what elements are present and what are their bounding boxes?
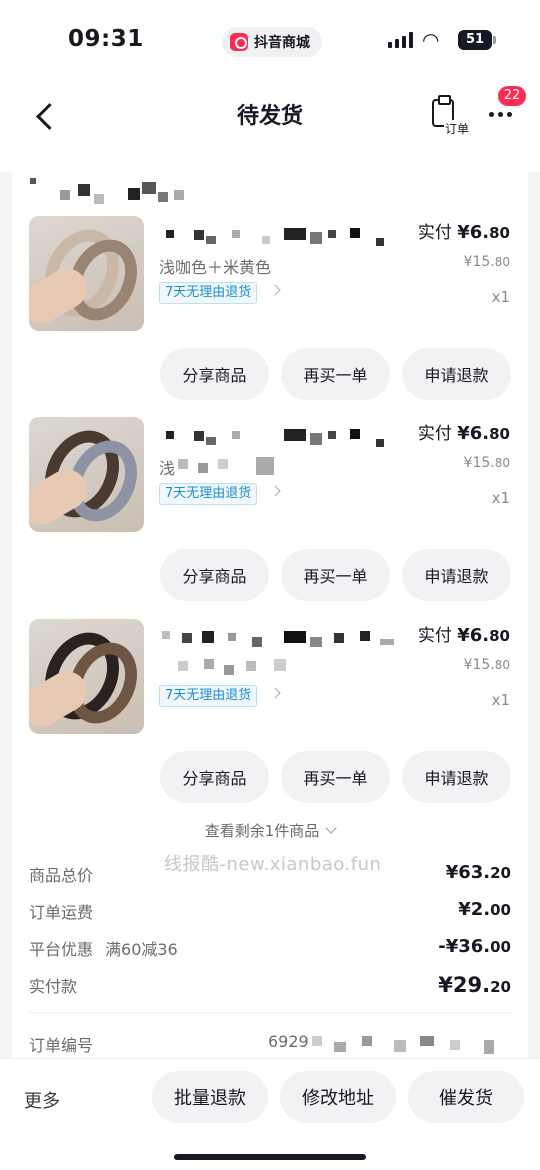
product-title-redacted: [158, 627, 398, 653]
product-title-redacted: [162, 427, 392, 449]
variant-redacted: [178, 455, 288, 477]
order-number-redacted: [310, 1032, 500, 1056]
product-variant: 浅咖色＋米黄色: [159, 258, 272, 277]
paid-label: 实付: [417, 223, 452, 243]
product-title-redacted: [162, 226, 392, 248]
paid-price: 实付 ¥6.80: [417, 423, 510, 444]
quantity: x1: [491, 691, 510, 709]
summary-label: 订单运费: [29, 903, 94, 922]
bottom-action-bar: 更多 批量退款 修改地址 催发货: [0, 1058, 540, 1170]
product-thumbnail[interactable]: [29, 619, 144, 734]
change-address-button[interactable]: 修改地址: [280, 1071, 396, 1123]
original-price: ¥15.80: [463, 455, 510, 471]
original-price: ¥15.80: [463, 254, 510, 270]
page-header: 待发货 订单 22: [0, 80, 540, 172]
chevron-right-icon: [269, 284, 281, 296]
shipping-fee-row: 订单运费 ¥2.00: [29, 899, 511, 923]
status-bar: 09:31 抖音商城 ◠ 51: [0, 0, 540, 80]
home-indicator[interactable]: [174, 1154, 366, 1160]
chevron-right-icon: [269, 485, 281, 497]
paid-label: 实付: [417, 626, 452, 646]
more-dots-icon: [488, 111, 494, 117]
goods-total-row: 商品总价 ¥63.20: [29, 862, 511, 886]
order-button[interactable]: 订单: [428, 95, 474, 140]
cellular-signal-icon: [388, 32, 413, 48]
paid-amount: ¥6.: [457, 222, 490, 243]
wifi-icon: ◠: [422, 28, 440, 52]
product-thumbnail[interactable]: [29, 417, 144, 532]
paid-price: 实付 ¥6.80: [417, 625, 510, 646]
discount-rule: 满60减36: [105, 940, 178, 959]
paid-total-row: 实付款 ¥29.20: [29, 973, 511, 997]
quantity: x1: [491, 489, 510, 507]
summary-label: 商品总价: [29, 866, 94, 885]
order-item[interactable]: 7天无理由退货 实付 ¥6.80 ¥15.80 x1 分享商品 再买一单 申请退…: [12, 575, 528, 803]
product-variant: 浅: [159, 459, 176, 478]
order-item[interactable]: 浅咖色＋米黄色 7天无理由退货 实付 ¥6.80 ¥15.80 x1 分享商品 …: [12, 172, 528, 400]
source-app-pill[interactable]: 抖音商城: [222, 27, 322, 57]
variant-redacted: [174, 657, 304, 679]
buy-again-button[interactable]: 再买一单: [281, 751, 390, 803]
divider: [29, 1012, 511, 1013]
summary-label: 平台优惠: [29, 940, 94, 959]
chevron-down-icon: [325, 822, 337, 834]
request-refund-button[interactable]: 申请退款: [402, 751, 511, 803]
summary-value: ¥2.00: [458, 899, 511, 920]
original-price: ¥15.80: [463, 657, 510, 673]
order-button-label: 订单: [444, 120, 471, 137]
order-number-value: 6929: [268, 1032, 309, 1051]
summary-value: ¥29.20: [438, 973, 511, 997]
clock: 09:31: [68, 26, 144, 52]
return-policy-tag[interactable]: 7天无理由退货: [159, 282, 258, 304]
more-actions-link[interactable]: 更多: [24, 1087, 60, 1113]
douyin-mall-logo-icon: [230, 33, 248, 51]
product-thumbnail[interactable]: [29, 216, 144, 331]
urge-shipping-button[interactable]: 催发货: [408, 1071, 524, 1123]
summary-value: ¥63.20: [445, 862, 511, 883]
paid-amount: ¥6.: [457, 423, 490, 444]
paid-label: 实付: [417, 424, 452, 444]
paid-amount: ¥6.: [457, 625, 490, 646]
order-card: 浅咖色＋米黄色 7天无理由退货 实付 ¥6.80 ¥15.80 x1 分享商品 …: [12, 172, 528, 1072]
quantity: x1: [491, 288, 510, 306]
notification-badge: 22: [498, 86, 526, 106]
chevron-right-icon: [269, 687, 281, 699]
summary-label: 实付款: [29, 977, 78, 996]
source-app-name: 抖音商城: [254, 35, 310, 51]
paid-price: 实付 ¥6.80: [417, 222, 510, 243]
show-remaining-items-link[interactable]: 查看剩余1件商品: [12, 820, 528, 841]
platform-discount-row: 平台优惠 满60减36 -¥36.00: [29, 936, 511, 960]
return-policy-tag[interactable]: 7天无理由退货: [159, 483, 258, 505]
return-policy-tag[interactable]: 7天无理由退货: [159, 685, 258, 707]
batch-refund-button[interactable]: 批量退款: [152, 1071, 268, 1123]
order-item[interactable]: 浅 7天无理由退货 实付 ¥6.80 ¥15.80 x1 分享商品 再买一单 申…: [12, 373, 528, 601]
summary-label: 订单编号: [29, 1036, 94, 1055]
summary-value: -¥36.00: [438, 936, 511, 957]
share-product-button[interactable]: 分享商品: [160, 751, 269, 803]
battery-icon: 51: [458, 30, 496, 50]
